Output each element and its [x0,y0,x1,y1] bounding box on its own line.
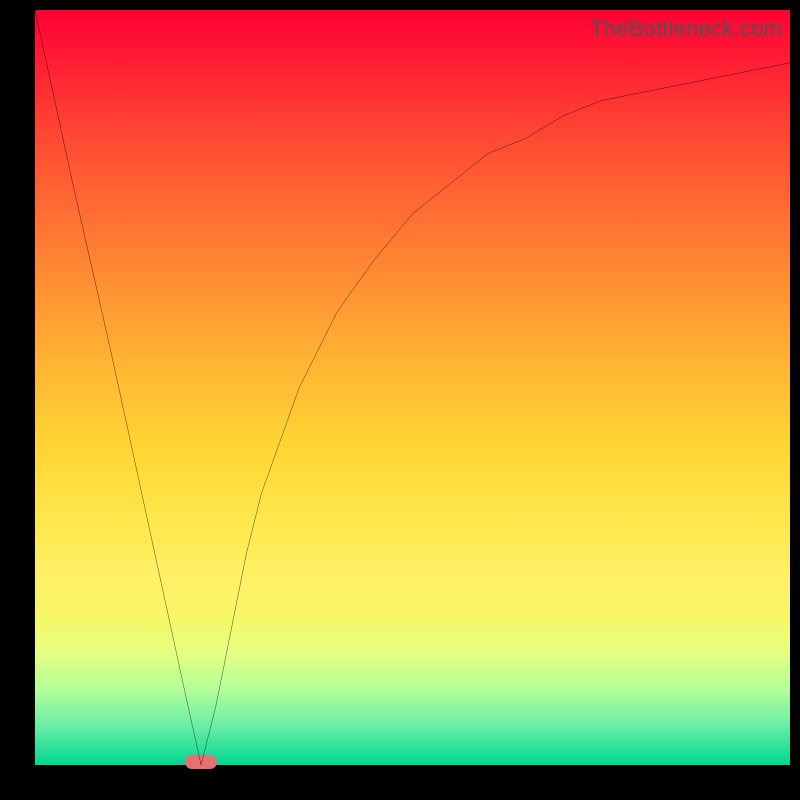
plot-area: TheBottleneck.com [35,10,790,765]
curve-path [35,10,790,765]
bottleneck-curve [35,10,790,765]
chart-frame: TheBottleneck.com [0,0,800,800]
watermark-text: TheBottleneck.com [590,16,782,42]
